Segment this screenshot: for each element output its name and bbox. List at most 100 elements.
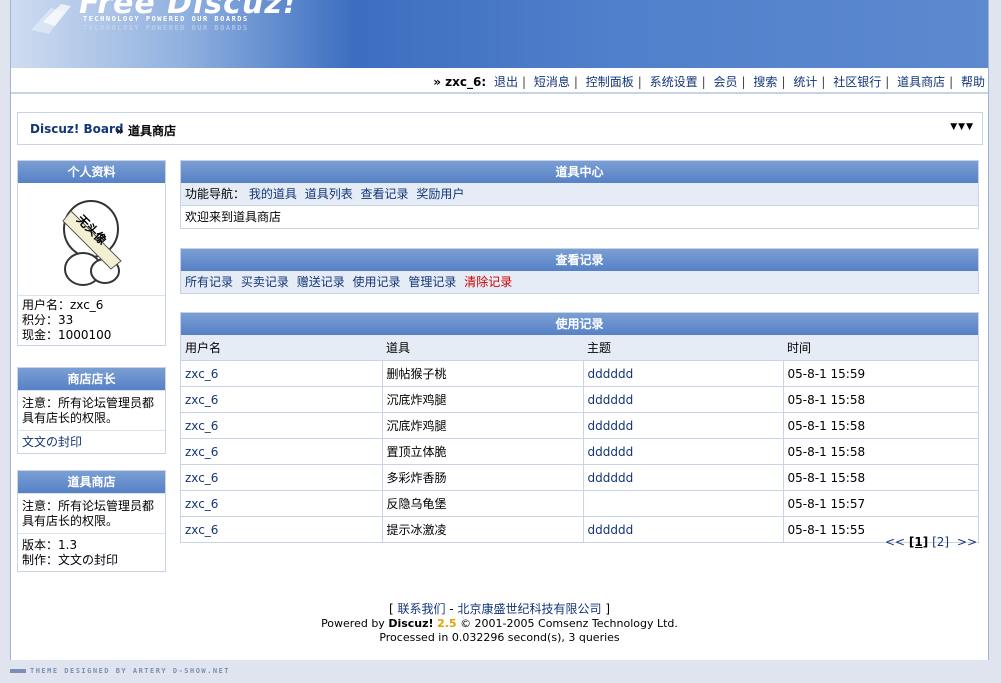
table-row: zxc_6 置顶立体脆 dddddd 05-8-1 15:58 bbox=[181, 438, 978, 465]
records-nav-title: 查看记录 bbox=[181, 249, 978, 271]
breadcrumb-board-link[interactable]: Discuz! Board bbox=[30, 122, 124, 136]
prev-page-link[interactable]: << bbox=[885, 535, 905, 549]
breadcrumb: Discuz! Board » 道具商店 ▼▼▼ bbox=[17, 112, 983, 145]
row-user-link[interactable]: zxc_6 bbox=[185, 419, 218, 433]
row-item: 多彩炸香肠 bbox=[382, 464, 584, 491]
logout-link[interactable]: 退出 bbox=[494, 75, 518, 89]
system-settings-link[interactable]: 系统设置 bbox=[650, 75, 698, 89]
row-topic-link[interactable]: dddddd bbox=[588, 367, 634, 381]
reward-users-link[interactable]: 奖励用户 bbox=[416, 187, 464, 201]
table-header-row: 用户名 道具 主题 时间 bbox=[181, 335, 978, 361]
item-center-title: 道具中心 bbox=[181, 161, 978, 183]
row-time: 05-8-1 15:59 bbox=[783, 360, 978, 387]
all-records-link[interactable]: 所有记录 bbox=[185, 275, 233, 289]
theme-credit: THEME DESIGNED BY ARTERY D-SHOW.NET bbox=[10, 667, 230, 675]
row-item: 置顶立体脆 bbox=[382, 438, 584, 465]
shopkeeper-link[interactable]: 文文の封印 bbox=[22, 435, 82, 449]
profile-cash: 现金：1000100 bbox=[22, 328, 112, 342]
stats-link[interactable]: 统计 bbox=[793, 75, 817, 89]
shop-version: 版本：1.3 bbox=[22, 538, 78, 552]
usage-records-table: 用户名 道具 主题 时间 zxc_6 删帖猴子桃 dddddd 05-8-1 1… bbox=[181, 335, 978, 542]
search-link[interactable]: 搜索 bbox=[753, 75, 777, 89]
clear-records-link[interactable]: 清除记录 bbox=[464, 275, 512, 289]
help-link[interactable]: 帮助 bbox=[961, 75, 985, 89]
column-item: 道具 bbox=[382, 335, 583, 361]
row-user-link[interactable]: zxc_6 bbox=[185, 497, 218, 511]
row-item: 沉底炸鸡腿 bbox=[382, 386, 584, 413]
bank-link[interactable]: 社区银行 bbox=[833, 75, 881, 89]
messages-link[interactable]: 短消息 bbox=[534, 75, 570, 89]
row-time: 05-8-1 15:58 bbox=[783, 464, 978, 491]
pagination: << [1] [2] >> bbox=[885, 535, 977, 549]
row-user-link[interactable]: zxc_6 bbox=[185, 445, 218, 459]
item-list-link[interactable]: 道具列表 bbox=[305, 187, 353, 201]
tagline-reflection: TECHNOLOGY POWERED OUR BOARDS bbox=[83, 24, 249, 32]
row-topic-link[interactable]: dddddd bbox=[588, 419, 634, 433]
admin-records-link[interactable]: 管理记录 bbox=[408, 275, 456, 289]
shopkeeper-panel-title: 商店店长 bbox=[18, 368, 165, 390]
profile-points: 积分：33 bbox=[22, 313, 74, 327]
item-shop-link[interactable]: 道具商店 bbox=[897, 75, 945, 89]
product-name[interactable]: Discuz! bbox=[388, 617, 433, 630]
shop-author: 制作：文文の封印 bbox=[22, 553, 119, 567]
row-user-link[interactable]: zxc_6 bbox=[185, 523, 218, 537]
current-page: [1] bbox=[908, 535, 929, 549]
row-item: 沉底炸鸡腿 bbox=[382, 412, 584, 439]
row-user-link[interactable]: zxc_6 bbox=[185, 393, 218, 407]
function-nav-label: 功能导航： bbox=[185, 187, 246, 201]
row-item: 反隐乌龟堡 bbox=[382, 490, 584, 517]
footer-powered: Powered by Discuz! 2.5 © 2001-2005 Comse… bbox=[321, 617, 678, 630]
product-version: 2.5 bbox=[437, 617, 457, 630]
shop-info-panel: 道具商店 注意：所有论坛管理员都具有店长的权限。 版本：1.3 制作：文文の封印 bbox=[17, 470, 166, 572]
trade-records-link[interactable]: 买卖记录 bbox=[241, 275, 289, 289]
table-row: zxc_6 删帖猴子桃 dddddd 05-8-1 15:59 bbox=[181, 360, 978, 387]
profile-username: 用户名：zxc_6 bbox=[22, 298, 104, 312]
my-items-link[interactable]: 我的道具 bbox=[249, 187, 297, 201]
profile-panel: 个人资料 无头像 用户名：zxc_6 积分：33 现金：1000100 bbox=[17, 160, 166, 346]
row-topic-link[interactable]: dddddd bbox=[588, 523, 634, 537]
gift-records-link[interactable]: 赠送记录 bbox=[297, 275, 345, 289]
breadcrumb-current: » 道具商店 bbox=[116, 124, 176, 138]
page-2-link[interactable]: [2] bbox=[932, 535, 949, 549]
row-topic-link[interactable]: dddddd bbox=[588, 445, 634, 459]
view-records-link[interactable]: 查看记录 bbox=[361, 187, 409, 201]
current-user: » zxc_6: bbox=[433, 75, 487, 89]
usage-records-title: 使用记录 bbox=[181, 313, 978, 335]
company-link[interactable]: 北京康盛世纪科技有限公司 bbox=[457, 602, 601, 616]
page-frame: Free Discuz! TECHNOLOGY POWERED OUR BOAR… bbox=[10, 0, 989, 660]
control-panel-link[interactable]: 控制面板 bbox=[586, 75, 634, 89]
contact-us-link[interactable]: 联系我们 bbox=[398, 602, 446, 616]
column-username: 用户名 bbox=[181, 335, 382, 361]
row-topic-empty bbox=[583, 490, 784, 517]
row-time: 05-8-1 15:58 bbox=[783, 438, 978, 465]
row-time: 05-8-1 15:58 bbox=[783, 412, 978, 439]
table-row: zxc_6 多彩炸香肠 dddddd 05-8-1 15:58 bbox=[181, 464, 978, 491]
shop-note: 注意：所有论坛管理员都具有店长的权限。 bbox=[18, 493, 165, 533]
members-link[interactable]: 会员 bbox=[714, 75, 738, 89]
footer-processed: Processed in 0.032296 second(s), 3 queri… bbox=[379, 631, 620, 644]
table-row: zxc_6 反隐乌龟堡 05-8-1 15:57 bbox=[181, 490, 978, 517]
avatar: 无头像 bbox=[18, 183, 165, 295]
table-row: zxc_6 沉底炸鸡腿 dddddd 05-8-1 15:58 bbox=[181, 386, 978, 413]
row-item: 删帖猴子桃 bbox=[382, 360, 584, 387]
row-time: 05-8-1 15:57 bbox=[783, 490, 978, 517]
records-nav: 所有记录 买卖记录 赠送记录 使用记录 管理记录 清除记录 bbox=[181, 271, 978, 293]
next-page-link[interactable]: >> bbox=[957, 535, 977, 549]
divider bbox=[11, 92, 988, 94]
usage-records-link[interactable]: 使用记录 bbox=[353, 275, 401, 289]
row-item: 提示冰激凌 bbox=[382, 516, 584, 542]
chevron-down-icon[interactable]: ▼▼▼ bbox=[950, 122, 974, 132]
row-time: 05-8-1 15:58 bbox=[783, 386, 978, 413]
row-user-link[interactable]: zxc_6 bbox=[185, 471, 218, 485]
table-row: zxc_6 提示冰激凌 dddddd 05-8-1 15:55 bbox=[181, 516, 978, 542]
row-topic-link[interactable]: dddddd bbox=[588, 393, 634, 407]
row-topic-link[interactable]: dddddd bbox=[588, 471, 634, 485]
usage-records-panel: 使用记录 用户名 道具 主题 时间 zxc_6 删帖猴子桃 dddddd 05-… bbox=[180, 312, 979, 543]
header-banner: Free Discuz! TECHNOLOGY POWERED OUR BOAR… bbox=[11, 0, 988, 68]
table-row: zxc_6 沉底炸鸡腿 dddddd 05-8-1 15:58 bbox=[181, 412, 978, 439]
shop-info-panel-title: 道具商店 bbox=[18, 471, 165, 493]
row-user-link[interactable]: zxc_6 bbox=[185, 367, 218, 381]
shopkeeper-note: 注意：所有论坛管理员都具有店长的权限。 bbox=[18, 390, 165, 430]
function-nav: 功能导航： 我的道具 道具列表 查看记录 奖励用户 bbox=[181, 183, 978, 205]
welcome-text: 欢迎来到道具商店 bbox=[181, 205, 978, 228]
